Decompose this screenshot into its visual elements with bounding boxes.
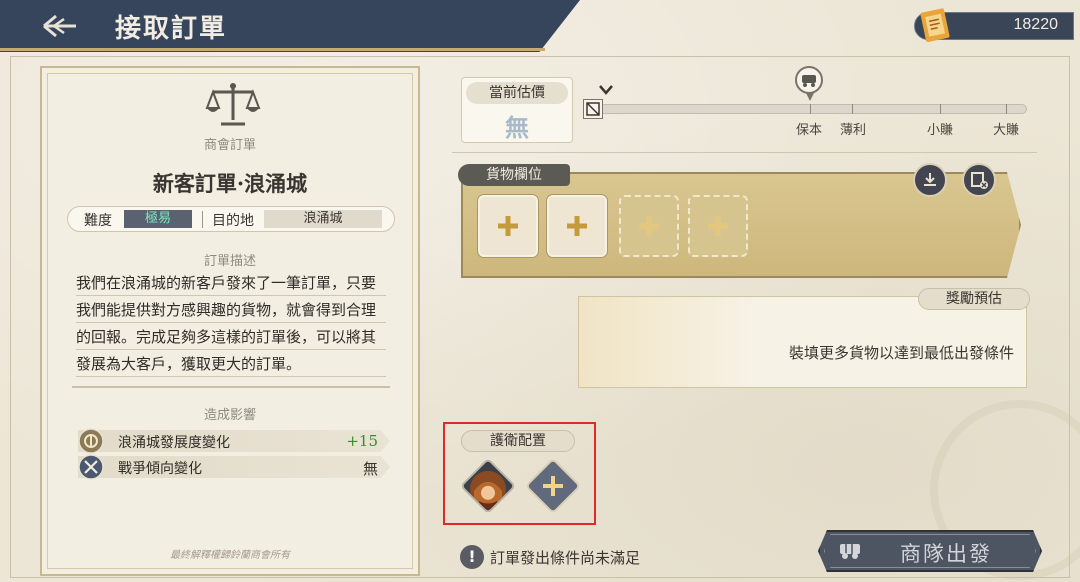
currency-value: 18220 xyxy=(1013,16,1059,33)
cargo-label: 貨物欄位 xyxy=(458,164,570,186)
tier-label: 小賺 xyxy=(927,123,954,138)
download-icon xyxy=(924,173,936,186)
order-description: 我們在浪涌城的新客戶發來了一筆訂單，只要我們能提供對方感興趣的貨物，就會得到合理… xyxy=(76,274,377,373)
cargo-slot-locked[interactable] xyxy=(688,195,748,257)
estimate-value: 無 xyxy=(505,113,529,142)
load-cargo-button[interactable] xyxy=(913,163,947,197)
effect-name: 浪涌城發展度變化 xyxy=(118,435,230,451)
cargo-slot[interactable] xyxy=(478,195,538,257)
chevron-down-icon xyxy=(599,85,613,95)
effect-value: 無 xyxy=(362,460,378,478)
cargo-slot[interactable] xyxy=(547,195,607,257)
war-tendency-icon xyxy=(78,454,104,480)
back-button[interactable] xyxy=(40,10,80,42)
destination-label: 目的地 xyxy=(212,213,254,229)
order-card: 商會訂單 新客訂單·浪涌城 難度 極易 目的地 浪涌城 訂單描述 我們在浪涌城的… xyxy=(40,66,420,576)
clear-cargo-button[interactable] xyxy=(962,163,996,197)
escort-label: 護衛配置 xyxy=(461,430,575,452)
order-footnote: 最終解釋權歸鈴蘭商會所有 xyxy=(170,550,290,561)
clear-cargo-icon xyxy=(971,172,988,189)
track-tick xyxy=(852,104,853,114)
difficulty-label: 難度 xyxy=(84,213,112,229)
order-title: 新客訂單·浪涌城 xyxy=(152,171,308,196)
empty-slot-icon xyxy=(586,102,600,116)
tier-label: 薄利 xyxy=(840,123,867,138)
info-divider xyxy=(202,211,203,228)
tier-label: 大賺 xyxy=(993,123,1020,138)
warning-text: 訂單發出條件尚未滿足 xyxy=(490,549,641,567)
cargo-slot-locked[interactable] xyxy=(619,195,679,257)
track-tick xyxy=(1006,104,1007,114)
page-title: 接取訂單 xyxy=(115,14,228,44)
effect-value: +15 xyxy=(346,432,378,450)
track-start-marker xyxy=(583,99,603,119)
add-escort-icon xyxy=(543,476,563,496)
destination-value: 浪涌城 xyxy=(264,210,382,228)
order-ticket-icon xyxy=(920,8,950,43)
track-tick xyxy=(810,104,811,114)
header-accent xyxy=(0,48,545,51)
estimate-label: 當前估價 xyxy=(466,82,568,104)
difficulty-value: 極易 xyxy=(124,210,192,228)
plus-icon xyxy=(567,216,587,236)
depart-label: 商隊出發 xyxy=(900,542,992,566)
reward-message: 裝填更多貨物以達到最低出發條件 xyxy=(788,344,1014,362)
plus-icon xyxy=(708,216,728,236)
tier-label: 保本 xyxy=(796,123,823,138)
estimate-box: 當前估價 無 xyxy=(461,77,573,143)
caravan-icon xyxy=(840,544,860,559)
wagon-icon xyxy=(802,75,816,87)
description-label: 訂單描述 xyxy=(203,254,256,269)
order-category: 商會訂單 xyxy=(203,138,256,153)
track-tick xyxy=(940,104,941,114)
scale-icon xyxy=(205,83,261,126)
header-bar xyxy=(0,0,580,52)
caravan-marker xyxy=(795,66,823,94)
profit-track xyxy=(590,104,1027,114)
effects-label: 造成影響 xyxy=(203,408,256,423)
section-divider xyxy=(72,386,390,388)
back-arrow-icon xyxy=(43,14,76,38)
warning-icon: ! xyxy=(460,545,484,569)
city-development-icon xyxy=(78,428,104,454)
section-divider xyxy=(452,152,1037,153)
plus-icon xyxy=(639,216,659,236)
plus-icon xyxy=(498,216,518,236)
order-info-bar: 難度 極易 目的地 浪涌城 xyxy=(67,206,395,232)
marker-pointer-icon xyxy=(806,93,814,101)
effect-name: 戰爭傾向變化 xyxy=(118,461,202,477)
reward-label: 獎勵預估 xyxy=(918,288,1030,310)
